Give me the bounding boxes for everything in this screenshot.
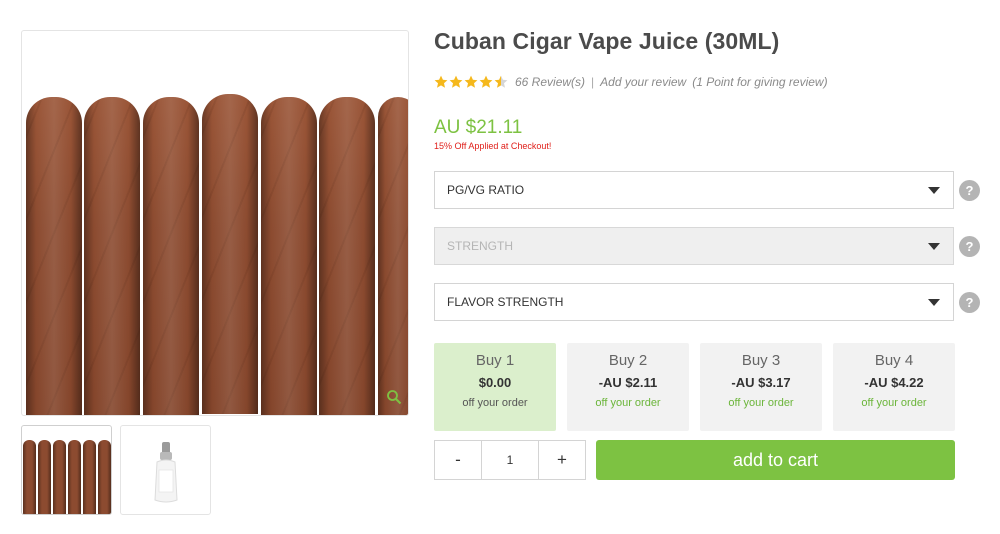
cigar xyxy=(319,97,375,415)
tier-note: off your order xyxy=(861,397,927,409)
chevron-down-icon xyxy=(928,299,940,306)
cigar xyxy=(143,97,199,415)
tier-note: off your order xyxy=(595,397,661,409)
main-product-image[interactable] xyxy=(21,30,409,416)
select-label: PG/VG RATIO xyxy=(447,183,525,197)
tier-buy-4[interactable]: Buy 4 -AU $4.22 off your order xyxy=(833,343,955,431)
star-rating xyxy=(434,75,509,89)
help-icon[interactable]: ? xyxy=(959,180,980,201)
cigar xyxy=(84,97,140,415)
cigar xyxy=(26,97,82,415)
cigars-photo xyxy=(22,94,408,415)
promo-message: 15% Off Applied at Checkout! xyxy=(434,141,552,151)
add-to-cart-button[interactable]: add to cart xyxy=(596,440,955,480)
separator: | xyxy=(591,75,595,89)
tier-amount: -AU $2.11 xyxy=(598,375,658,390)
tier-amount: -AU $4.22 xyxy=(864,375,924,390)
cigar xyxy=(261,97,317,415)
tier-note: off your order xyxy=(462,397,528,409)
product-price: AU $21.11 xyxy=(434,117,523,138)
zoom-icon[interactable] xyxy=(386,389,402,405)
bottle-icon xyxy=(154,442,178,503)
help-icon[interactable]: ? xyxy=(959,236,980,257)
cigars-thumbnail-image xyxy=(22,440,111,514)
quantity-stepper: - 1 + xyxy=(434,440,586,480)
thumbnail-cigars[interactable] xyxy=(21,425,112,515)
chevron-down-icon xyxy=(928,243,940,250)
cigar xyxy=(378,97,408,415)
tier-label: Buy 2 xyxy=(608,352,648,369)
star-icon xyxy=(479,75,493,88)
select-label: STRENGTH xyxy=(447,239,513,253)
product-title: Cuban Cigar Vape Juice (30ML) xyxy=(434,28,780,54)
tier-label: Buy 4 xyxy=(874,352,914,369)
flavor-strength-select[interactable]: FLAVOR STRENGTH xyxy=(434,283,954,321)
tier-buy-2[interactable]: Buy 2 -AU $2.11 off your order xyxy=(567,343,689,431)
increase-quantity-button[interactable]: + xyxy=(539,441,585,479)
tier-note: off your order xyxy=(728,397,794,409)
chevron-down-icon xyxy=(928,187,940,194)
strength-select: STRENGTH xyxy=(434,227,954,265)
star-icon xyxy=(434,75,448,88)
rating-row: 66 Review(s) | Add your review (1 Point … xyxy=(434,75,828,89)
star-icon xyxy=(449,75,463,88)
cigar xyxy=(202,94,258,414)
tier-label: Buy 3 xyxy=(741,352,781,369)
select-label: FLAVOR STRENGTH xyxy=(447,295,564,309)
tier-amount: $0.00 xyxy=(478,375,512,390)
tier-buy-1[interactable]: Buy 1 $0.00 off your order xyxy=(434,343,556,431)
star-icon xyxy=(464,75,478,88)
decrease-quantity-button[interactable]: - xyxy=(435,441,481,479)
quantity-input[interactable]: 1 xyxy=(481,441,539,479)
star-icon xyxy=(494,75,508,88)
review-points-note: (1 Point for giving review) xyxy=(692,75,828,89)
reviews-count-link[interactable]: 66 Review(s) xyxy=(515,75,585,89)
tier-amount: -AU $3.17 xyxy=(731,375,791,390)
help-icon[interactable]: ? xyxy=(959,292,980,313)
tier-buy-3[interactable]: Buy 3 -AU $3.17 off your order xyxy=(700,343,822,431)
tier-label: Buy 1 xyxy=(475,352,515,369)
add-review-link[interactable]: Add your review xyxy=(600,75,686,89)
pgvg-ratio-select[interactable]: PG/VG RATIO xyxy=(434,171,954,209)
thumbnail-bottle[interactable] xyxy=(120,425,211,515)
